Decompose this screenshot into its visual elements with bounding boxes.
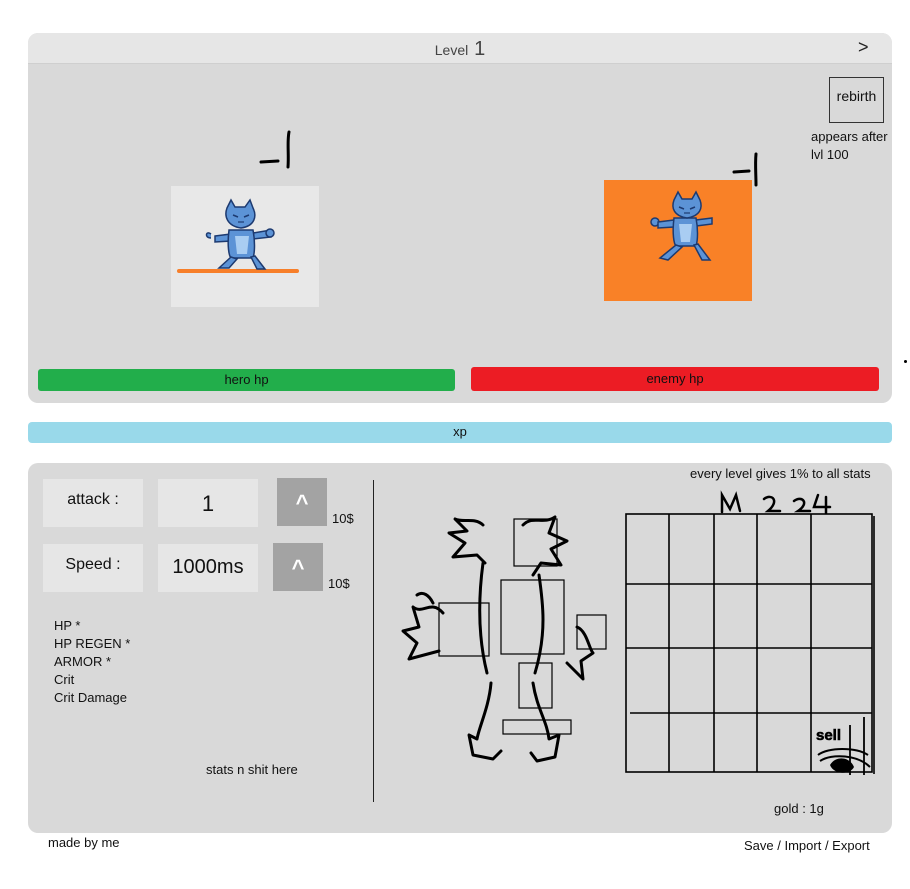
inventory-grid: sell xyxy=(625,490,875,775)
battle-panel: Level 1 > rebirth appears after lvl 100 xyxy=(28,33,892,403)
credit-text: made by me xyxy=(48,835,120,850)
save-menu: Save / Import / Export xyxy=(744,838,870,853)
hero-hp-label: hero hp xyxy=(224,372,269,387)
enemy-hp-label: enemy hp xyxy=(646,371,704,386)
import-link[interactable]: Import xyxy=(784,838,821,853)
menu-separator: / xyxy=(821,838,833,853)
speed-value: 1000ms xyxy=(158,544,258,592)
speed-upgrade-button[interactable]: ^ xyxy=(273,543,323,591)
stat-hp: HP * xyxy=(54,618,81,633)
attack-upgrade-button[interactable]: ^ xyxy=(277,478,327,526)
cat-enemy-icon xyxy=(650,190,713,261)
equipment-slots-sketch xyxy=(401,515,607,763)
stray-dot xyxy=(904,360,907,363)
attack-label: attack : xyxy=(43,479,143,527)
next-level-button[interactable]: > xyxy=(858,37,869,58)
level-number: 1 xyxy=(474,38,486,60)
hero-damage-number xyxy=(259,130,291,169)
save-link[interactable]: Save xyxy=(744,838,774,853)
attack-upgrade-cost: 10$ xyxy=(332,511,354,526)
level-word: Level xyxy=(434,42,469,58)
rebirth-button[interactable]: rebirth xyxy=(829,77,884,123)
speed-label: Speed : xyxy=(43,544,143,592)
stat-crit-damage: Crit Damage xyxy=(54,690,127,705)
rebirth-note: appears after lvl 100 xyxy=(811,129,888,162)
level-bonus-note: every level gives 1% to all stats xyxy=(690,466,871,481)
panel-divider xyxy=(373,480,374,802)
export-link[interactable]: Export xyxy=(832,838,870,853)
hero-sprite-frame xyxy=(171,186,319,307)
stats-placeholder: stats n shit here xyxy=(206,762,298,777)
cat-hero-icon xyxy=(177,198,299,273)
stat-armor: ARMOR * xyxy=(54,654,112,669)
enemy-sprite-frame xyxy=(604,180,752,301)
stats-list: HP * HP REGEN * ARMOR * Crit Crit Damage xyxy=(54,617,130,707)
hero-hp-bar: hero hp xyxy=(38,369,455,391)
stat-crit: Crit xyxy=(54,672,75,687)
sell-all-button[interactable]: sell xyxy=(816,717,871,775)
gold-counter: gold : 1g xyxy=(774,801,824,816)
xp-bar: xp xyxy=(28,422,892,443)
level-title: Level 1 xyxy=(28,38,892,61)
xp-label: xp xyxy=(453,424,467,439)
level-header: Level 1 > xyxy=(28,33,892,64)
sell-label: sell xyxy=(816,727,841,744)
speed-upgrade-cost: 10$ xyxy=(328,576,350,591)
menu-separator: / xyxy=(773,838,785,853)
attack-value: 1 xyxy=(158,479,258,527)
enemy-hp-bar: enemy hp xyxy=(471,367,879,391)
stats-panel: attack : 1 ^ 10$ Speed : 1000ms ^ 10$ HP… xyxy=(28,463,892,833)
stat-hp-regen: HP REGEN * xyxy=(54,636,131,651)
